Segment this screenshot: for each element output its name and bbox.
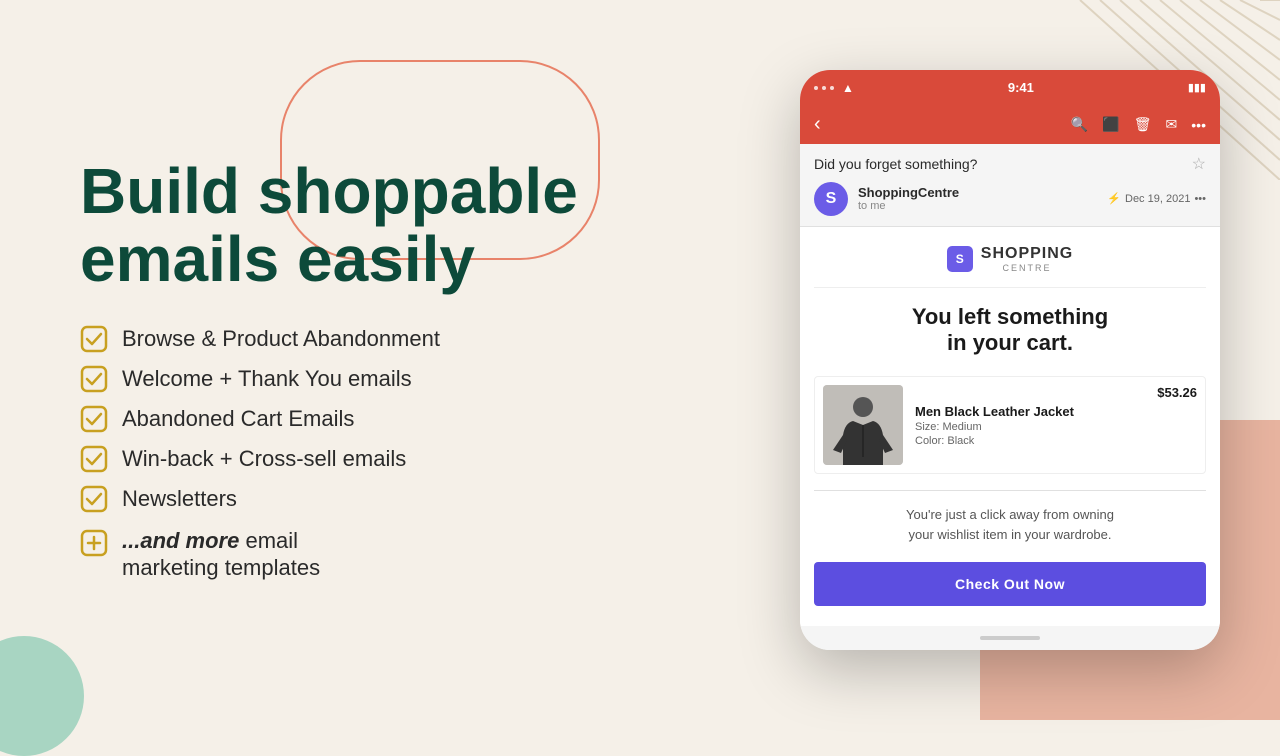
feature-text-4: Win-back + Cross-sell emails [122, 446, 406, 472]
email-subject-row: Did you forget something? ☆ [814, 154, 1206, 174]
check-icon-3 [80, 405, 108, 433]
left-panel: Build shoppable emails easily Browse & P… [0, 0, 760, 720]
sender-info: ShoppingCentre to me [858, 185, 1097, 212]
features-list: Browse & Product Abandonment Welcome + T… [80, 325, 710, 582]
more-bold: ...and more [122, 528, 239, 553]
email-headline: You left somethingin your cart. [814, 304, 1206, 357]
back-button[interactable]: ‹ [814, 113, 821, 136]
sender-initial: S [826, 190, 837, 208]
email-date: ⚡ Dec 19, 2021 ••• [1107, 192, 1206, 205]
sender-avatar: S [814, 182, 848, 216]
home-indicator [800, 626, 1220, 650]
product-size: Size: Medium [915, 421, 1145, 433]
right-panel: ▲ 9:41 ▮▮▮ ‹ 🔍 ⬛ 🗑 ✉ ••• [760, 0, 1280, 720]
date-text: Dec 19, 2021 [1125, 193, 1190, 205]
nav-icons: 🔍 ⬛ 🗑 ✉ ••• [1071, 116, 1206, 133]
lightning-icon: ⚡ [1107, 192, 1121, 205]
home-bar [980, 636, 1040, 640]
sender-name: ShoppingCentre [858, 185, 1097, 200]
signal-dot-2 [822, 86, 826, 90]
feature-text-5: Newsletters [122, 486, 237, 512]
feature-item-3: Abandoned Cart Emails [80, 405, 710, 433]
status-left: ▲ [814, 81, 854, 95]
signal-dot-1 [814, 86, 818, 90]
product-info: Men Black Leather Jacket Size: Medium Co… [915, 404, 1145, 447]
status-right: ▮▮▮ [1188, 81, 1206, 94]
feature-item-more: ...and more emailmarketing templates [80, 527, 710, 582]
checkout-button[interactable]: Check Out Now [814, 562, 1206, 606]
product-row: Men Black Leather Jacket Size: Medium Co… [814, 376, 1206, 474]
save-icon: ⬛ [1102, 116, 1119, 133]
feature-item-1: Browse & Product Abandonment [80, 325, 710, 353]
product-name: Men Black Leather Jacket [915, 404, 1145, 419]
delete-icon: 🗑 [1134, 116, 1152, 133]
more-icon[interactable]: ••• [1191, 117, 1206, 133]
plus-icon [80, 529, 108, 557]
sender-row: S ShoppingCentre to me ⚡ Dec 19, 2021 ••… [814, 182, 1206, 216]
product-color: Color: Black [915, 435, 1145, 447]
email-icon: ✉ [1166, 116, 1178, 133]
check-icon-1 [80, 325, 108, 353]
email-body: S SHOPPING CENTRE You left somethingin y… [800, 227, 1220, 627]
brand-logo-icon: S [947, 246, 973, 272]
search-icon[interactable]: 🔍 [1071, 116, 1088, 133]
check-icon-4 [80, 445, 108, 473]
nav-bar: ‹ 🔍 ⬛ 🗑 ✉ ••• [800, 106, 1220, 144]
feature-item-2: Welcome + Thank You emails [80, 365, 710, 393]
product-image [823, 385, 903, 465]
brand-sub: CENTRE [981, 263, 1073, 273]
email-more-icon[interactable]: ••• [1194, 193, 1206, 205]
feature-item-5: Newsletters [80, 485, 710, 513]
sender-to: to me [858, 200, 1097, 212]
email-area: Did you forget something? ☆ S ShoppingCe… [800, 144, 1220, 227]
main-container: Build shoppable emails easily Browse & P… [0, 0, 1280, 720]
wifi-icon: ▲ [842, 81, 854, 95]
status-bar: ▲ 9:41 ▮▮▮ [800, 70, 1220, 106]
feature-item-4: Win-back + Cross-sell emails [80, 445, 710, 473]
feature-more-text: ...and more emailmarketing templates [122, 527, 320, 582]
status-time: 9:41 [1008, 80, 1034, 95]
feature-text-3: Abandoned Cart Emails [122, 406, 354, 432]
star-icon[interactable]: ☆ [1192, 154, 1206, 174]
brand-header: S SHOPPING CENTRE [814, 227, 1206, 288]
feature-text-2: Welcome + Thank You emails [122, 366, 412, 392]
email-subject: Did you forget something? [814, 156, 977, 172]
email-body-text: You're just a click away from owningyour… [814, 505, 1206, 544]
signal-dot-3 [830, 86, 834, 90]
brand-name: SHOPPING [981, 245, 1073, 263]
phone-mockup: ▲ 9:41 ▮▮▮ ‹ 🔍 ⬛ 🗑 ✉ ••• [800, 70, 1220, 651]
main-headline: Build shoppable emails easily [80, 158, 710, 292]
check-icon-5 [80, 485, 108, 513]
battery-icon: ▮▮▮ [1188, 81, 1206, 94]
product-price: $53.26 [1157, 385, 1197, 400]
divider [814, 490, 1206, 491]
feature-text-1: Browse & Product Abandonment [122, 326, 440, 352]
brand-name-block: SHOPPING CENTRE [981, 245, 1073, 273]
check-icon-2 [80, 365, 108, 393]
